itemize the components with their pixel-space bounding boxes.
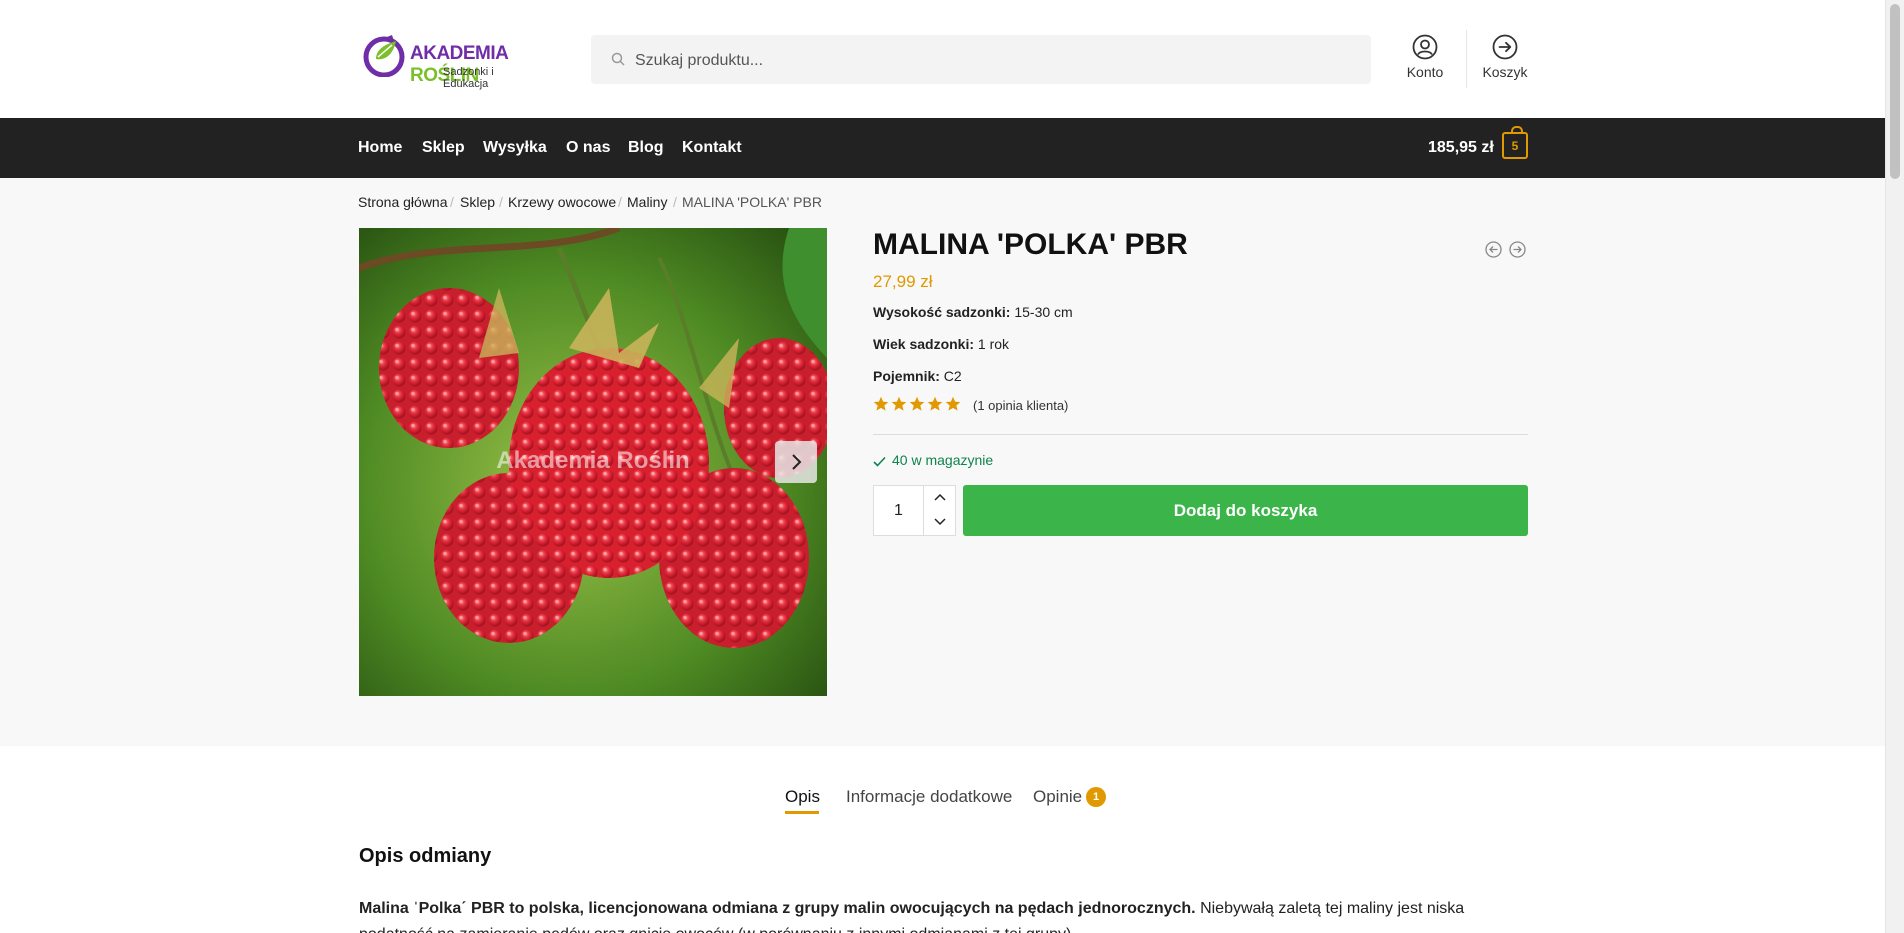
description-heading: Opis odmiany: [359, 845, 492, 867]
product-price: 27,99 zł: [873, 272, 933, 291]
review-count-link[interactable]: (1 opinia klienta): [973, 398, 1068, 413]
chevron-up-icon: [934, 493, 946, 501]
quantity-steps: [923, 486, 956, 535]
cart-link[interactable]: Koszyk: [1475, 34, 1535, 80]
attribute-label: Pojemnik:: [873, 368, 940, 384]
active-tab-indicator: [785, 811, 819, 814]
stock-text: 40 w magazynie: [892, 452, 994, 468]
account-icon: [1412, 34, 1438, 60]
description-text: Malina ˈPolkaˊ PBR to polska, licencjono…: [359, 896, 1529, 933]
chevron-right-icon: [792, 454, 802, 470]
next-product-button[interactable]: [1509, 241, 1526, 258]
logo-emblem-icon: [363, 35, 405, 77]
main-nav: Home Sklep Wysyłka O nas Blog Kontakt 18…: [0, 118, 1886, 178]
checkmark-icon: [873, 456, 886, 467]
attribute-label: Wiek sadzonki:: [873, 336, 975, 352]
header-divider: [1466, 30, 1467, 88]
cart-label: Koszyk: [1482, 64, 1528, 80]
logo-text-main: AKADEMIA: [410, 43, 508, 64]
breadcrumb-separator: /: [618, 194, 622, 210]
search-icon: [611, 52, 625, 66]
quantity-input[interactable]: 1: [874, 486, 923, 535]
attribute-value: 15-30 cm: [1010, 304, 1073, 320]
arrow-left-circle-icon: [1485, 241, 1502, 258]
nav-item-sklep[interactable]: Sklep: [422, 139, 465, 157]
tab-reviews[interactable]: Opinie: [1033, 787, 1082, 807]
attribute-container: Pojemnik: C2: [873, 368, 962, 384]
breadcrumb-item-category[interactable]: Krzewy owocowe: [508, 194, 616, 210]
summary-divider: [873, 434, 1528, 435]
gallery-next-button[interactable]: [775, 441, 817, 483]
breadcrumb-item-current: MALINA 'POLKA' PBR: [682, 194, 822, 210]
logo-tagline: Sadzonki i Edukacja: [443, 66, 494, 90]
attribute-label: Wysokość sadzonki:: [873, 304, 1011, 320]
chevron-down-icon: [934, 518, 946, 526]
product-title: MALINA 'POLKA' PBR: [873, 228, 1188, 261]
breadcrumb-separator: /: [450, 194, 454, 210]
star-rating[interactable]: [873, 396, 961, 417]
cart-count-badge[interactable]: 5: [1502, 126, 1528, 159]
breadcrumb-item-home[interactable]: Strona główna: [358, 194, 448, 210]
breadcrumb-item-shop[interactable]: Sklep: [460, 194, 495, 210]
nav-item-kontakt[interactable]: Kontakt: [682, 139, 742, 157]
breadcrumb-item-subcategory[interactable]: Maliny: [627, 194, 667, 210]
tab-additional-info[interactable]: Informacje dodatkowe: [846, 787, 1012, 807]
account-label: Konto: [1406, 64, 1444, 80]
nav-item-o-nas[interactable]: O nas: [566, 139, 610, 157]
nav-item-home[interactable]: Home: [358, 139, 402, 157]
quantity-decrease-button[interactable]: [924, 511, 956, 535]
quantity-stepper: 1: [873, 485, 956, 536]
nav-item-wysylka[interactable]: Wysyłka: [483, 139, 547, 157]
search-box: [591, 35, 1371, 86]
nav-item-blog[interactable]: Blog: [628, 139, 664, 157]
previous-product-button[interactable]: [1485, 241, 1502, 258]
attribute-value: C2: [939, 368, 962, 384]
product-image[interactable]: Akademia Roślin: [359, 228, 827, 696]
arrow-right-circle-icon: [1492, 34, 1518, 60]
cart-total[interactable]: 185,95 zł: [1428, 139, 1494, 157]
attribute-value: 1 rok: [974, 336, 1010, 352]
arrow-right-circle-icon: [1509, 241, 1526, 258]
raspberry-photo: Akademia Roślin: [359, 228, 827, 696]
site-logo[interactable]: AKADEMIA ROŚLIN Sadzonki i Edukacja: [362, 33, 542, 90]
description-intro: Malina ˈPolkaˊ PBR to polska, licencjono…: [359, 900, 1196, 917]
attribute-height: Wysokość sadzonki: 15-30 cm: [873, 304, 1073, 320]
page-scrollbar[interactable]: [1885, 0, 1904, 933]
add-to-cart-button[interactable]: Dodaj do koszyka: [963, 485, 1528, 536]
reviews-count-badge: 1: [1086, 787, 1106, 807]
quantity-increase-button[interactable]: [924, 486, 956, 510]
search-input[interactable]: [633, 35, 1357, 86]
image-watermark: Akademia Roślin: [496, 447, 689, 474]
tab-description[interactable]: Opis: [785, 787, 820, 807]
site-header: AKADEMIA ROŚLIN Sadzonki i Edukacja Kont…: [0, 0, 1886, 118]
star-rating-icon: [873, 396, 961, 411]
stock-status: 40 w magazynie: [873, 452, 993, 468]
account-link[interactable]: Konto: [1395, 34, 1455, 80]
attribute-age: Wiek sadzonki: 1 rok: [873, 336, 1009, 352]
breadcrumb-separator: /: [499, 194, 503, 210]
breadcrumb-separator: /: [673, 194, 677, 210]
scrollbar-thumb[interactable]: [1890, 4, 1900, 179]
page: AKADEMIA ROŚLIN Sadzonki i Edukacja Kont…: [0, 0, 1886, 933]
